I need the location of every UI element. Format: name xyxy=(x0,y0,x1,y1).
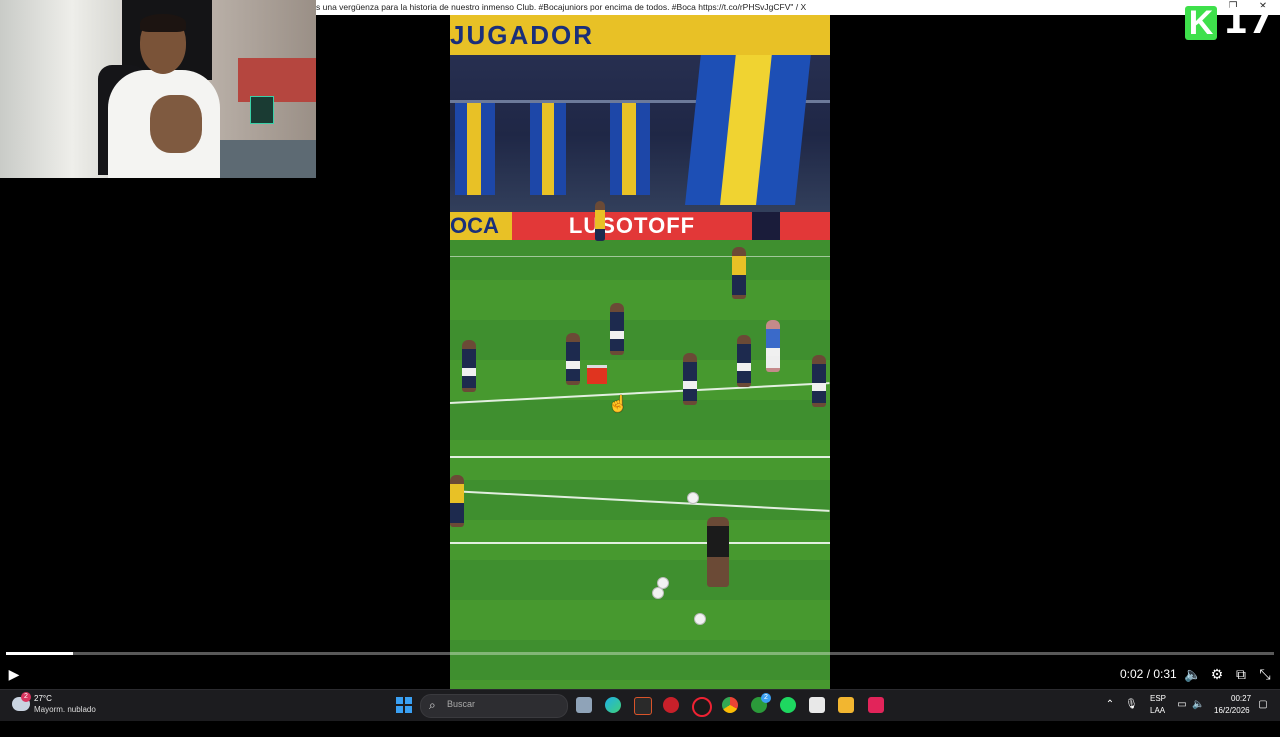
record-app-icon[interactable] xyxy=(663,697,679,713)
exit-fullscreen-icon[interactable]: ⤡ xyxy=(1255,664,1275,684)
tiktok-icon[interactable] xyxy=(868,697,884,713)
logo-number: 17 xyxy=(1223,1,1274,42)
player xyxy=(683,353,697,405)
pitch xyxy=(450,240,830,689)
capcut-icon[interactable] xyxy=(809,697,825,713)
search-icon: ⌕ xyxy=(429,698,436,712)
task-view-icon[interactable] xyxy=(576,697,592,713)
player xyxy=(450,475,464,527)
progress-bar[interactable] xyxy=(6,652,1274,655)
ad-board: OCA LUSOTOFF xyxy=(450,212,830,240)
clock-date[interactable]: 16/2/2026 xyxy=(1214,706,1250,737)
search-box[interactable]: ⌕ Buscar xyxy=(420,694,568,718)
player xyxy=(737,335,751,387)
player xyxy=(595,201,605,241)
app-icon[interactable] xyxy=(634,697,652,715)
player xyxy=(766,320,780,372)
lang-bottom[interactable]: LAA xyxy=(1150,706,1165,737)
settings-icon[interactable]: ⚙ xyxy=(1207,664,1227,684)
ad-board-sponsor: LUSOTOFF xyxy=(512,212,752,240)
pip-icon[interactable]: ⧉ xyxy=(1231,664,1251,684)
logo-letter: K xyxy=(1185,6,1217,40)
progress-fill xyxy=(6,652,74,655)
xbox-badge: 2 xyxy=(761,693,771,703)
player xyxy=(707,517,729,587)
player xyxy=(462,340,476,392)
ball xyxy=(694,613,706,625)
speaker-icon[interactable]: 🔈 xyxy=(1192,699,1204,711)
ball xyxy=(652,587,664,599)
spotify-icon[interactable] xyxy=(780,697,796,713)
water-cooler xyxy=(587,365,607,384)
ad-board-right xyxy=(780,212,830,240)
ad-board-boca: OCA xyxy=(450,212,512,240)
search-placeholder: Buscar xyxy=(447,699,476,709)
weather-temp[interactable]: 27°C xyxy=(34,694,52,703)
window-title: s una vergüenza para la historia de nues… xyxy=(316,2,807,12)
player xyxy=(732,247,746,299)
chrome-icon[interactable] xyxy=(722,697,738,713)
chevron-up-icon[interactable]: ⌃ xyxy=(1104,699,1116,711)
player xyxy=(812,355,826,407)
time-display: 0:02 / 0:31 xyxy=(1120,667,1177,681)
play-button[interactable]: ▶ xyxy=(4,664,24,684)
stadium-banner: JUGADOR xyxy=(450,15,830,55)
hand-cursor-icon: ☝ xyxy=(608,396,628,413)
file-explorer-icon[interactable] xyxy=(838,697,854,713)
volume-icon[interactable]: 🔈 xyxy=(1183,664,1203,684)
taskbar: 2 27°C Mayorm. nublado ⌕ Buscar 2 ⌃ 🎙 ES… xyxy=(0,689,1280,721)
weather-badge: 2 xyxy=(21,692,31,702)
edge-icon[interactable] xyxy=(605,697,621,713)
ball xyxy=(687,492,699,504)
video-frame[interactable]: JUGADOR OCA LUSOTOFF xyxy=(450,15,830,689)
microphone-icon[interactable]: 🎙 xyxy=(1125,699,1138,711)
webcam-overlay xyxy=(0,0,316,178)
network-icon[interactable]: ▭ xyxy=(1176,699,1188,711)
notifications-icon[interactable]: ▢ xyxy=(1257,699,1269,711)
start-button[interactable] xyxy=(396,697,412,713)
weather-desc[interactable]: Mayorm. nublado xyxy=(34,705,96,714)
player xyxy=(566,333,580,385)
player xyxy=(610,303,624,355)
obs-icon[interactable] xyxy=(692,697,712,717)
